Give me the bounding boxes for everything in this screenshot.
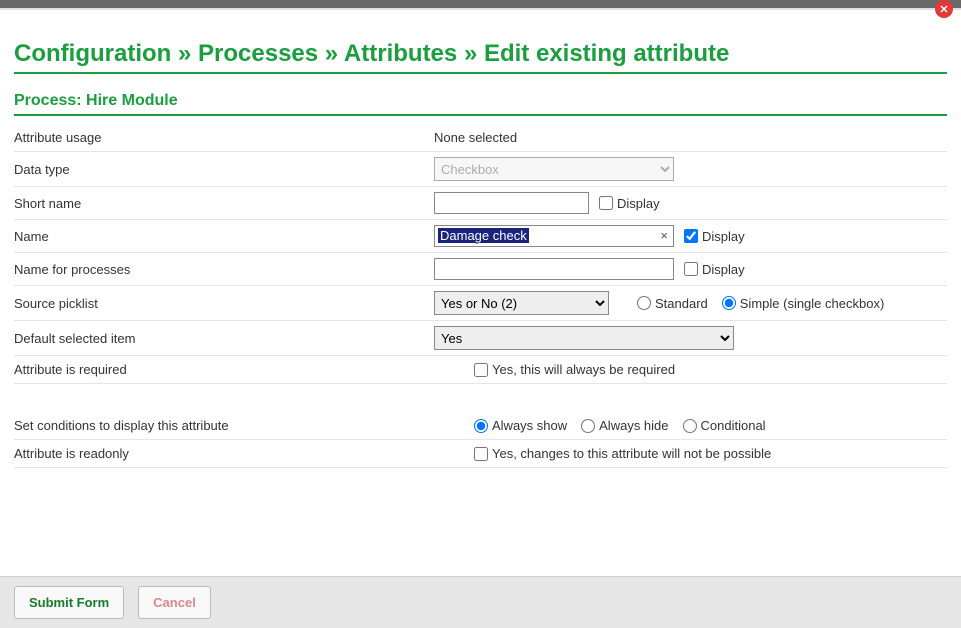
name-for-processes-display-label: Display [702, 262, 745, 277]
modal-content: Configuration » Processes » Attributes »… [0, 10, 961, 576]
row-name: Name Damage check × Display [14, 220, 947, 253]
label-readonly: Attribute is readonly [14, 446, 434, 461]
checkbox-name-display[interactable] [684, 229, 698, 243]
radio-conditional-label: Conditional [701, 418, 766, 433]
radio-standard-wrap[interactable]: Standard [637, 296, 708, 311]
breadcrumb-configuration[interactable]: Configuration [14, 40, 171, 67]
value-attribute-usage: None selected [434, 130, 517, 145]
radio-conditional-wrap[interactable]: Conditional [683, 418, 766, 433]
short-name-display-label: Display [617, 196, 660, 211]
label-name: Name [14, 229, 434, 244]
breadcrumb-sep: » [178, 40, 191, 67]
checkbox-name-for-processes-display[interactable] [684, 262, 698, 276]
breadcrumb-processes[interactable]: Processes [198, 40, 318, 67]
breadcrumb-sep: » [464, 40, 477, 67]
label-source-picklist: Source picklist [14, 296, 434, 311]
radio-simple[interactable] [722, 296, 736, 310]
radio-always-show-wrap[interactable]: Always show [474, 418, 567, 433]
attribute-required-wrap[interactable]: Yes, this will always be required [474, 362, 675, 377]
label-name-for-processes: Name for processes [14, 262, 434, 277]
readonly-wrap[interactable]: Yes, changes to this attribute will not … [474, 446, 771, 461]
radio-always-hide[interactable] [581, 419, 595, 433]
modal-window: ✕ Configuration » Processes » Attributes… [0, 0, 961, 628]
label-display-conditions: Set conditions to display this attribute [14, 418, 434, 433]
input-short-name[interactable] [434, 192, 589, 214]
checkbox-readonly[interactable] [474, 447, 488, 461]
modal-topbar [0, 0, 961, 8]
label-default-selected-item: Default selected item [14, 331, 434, 346]
label-data-type: Data type [14, 162, 434, 177]
row-source-picklist: Source picklist Yes or No (2) Standard S… [14, 286, 947, 321]
name-for-processes-display-wrap[interactable]: Display [684, 262, 745, 277]
label-attribute-required: Attribute is required [14, 362, 434, 377]
radio-standard-label: Standard [655, 296, 708, 311]
cancel-button[interactable]: Cancel [138, 586, 211, 619]
radio-conditional[interactable] [683, 419, 697, 433]
row-default-selected-item: Default selected item Yes [14, 321, 947, 356]
footer-bar: Submit Form Cancel [0, 576, 961, 628]
select-source-picklist[interactable]: Yes or No (2) [434, 291, 609, 315]
row-attribute-usage: Attribute usage None selected [14, 124, 947, 152]
label-short-name: Short name [14, 196, 434, 211]
clear-icon[interactable]: × [660, 228, 668, 243]
select-default-selected-item[interactable]: Yes [434, 326, 734, 350]
row-attribute-required: Attribute is required Yes, this will alw… [14, 356, 947, 384]
breadcrumb: Configuration » Processes » Attributes »… [14, 40, 947, 74]
close-icon[interactable]: ✕ [935, 0, 953, 18]
row-short-name: Short name Display [14, 187, 947, 220]
radio-always-show[interactable] [474, 419, 488, 433]
breadcrumb-sep: » [325, 40, 338, 67]
row-readonly: Attribute is readonly Yes, changes to th… [14, 440, 947, 468]
radio-always-hide-label: Always hide [599, 418, 668, 433]
radio-always-hide-wrap[interactable]: Always hide [581, 418, 668, 433]
attribute-required-text: Yes, this will always be required [492, 362, 675, 377]
process-title: Process: Hire Module [14, 92, 947, 116]
name-display-label: Display [702, 229, 745, 244]
select-data-type: Checkbox [434, 157, 674, 181]
radio-always-show-label: Always show [492, 418, 567, 433]
row-spacer [14, 384, 947, 412]
checkbox-attribute-required[interactable] [474, 363, 488, 377]
row-name-for-processes: Name for processes Display [14, 253, 947, 286]
row-data-type: Data type Checkbox [14, 152, 947, 187]
radio-simple-wrap[interactable]: Simple (single checkbox) [722, 296, 885, 311]
breadcrumb-current: Edit existing attribute [484, 40, 729, 67]
row-display-conditions: Set conditions to display this attribute… [14, 412, 947, 440]
breadcrumb-attributes[interactable]: Attributes [344, 40, 457, 67]
checkbox-short-name-display[interactable] [599, 196, 613, 210]
label-attribute-usage: Attribute usage [14, 130, 434, 145]
name-display-wrap[interactable]: Display [684, 229, 745, 244]
input-name-for-processes[interactable] [434, 258, 674, 280]
input-name[interactable] [434, 225, 674, 247]
readonly-text: Yes, changes to this attribute will not … [492, 446, 771, 461]
radio-simple-label: Simple (single checkbox) [740, 296, 885, 311]
submit-button[interactable]: Submit Form [14, 586, 124, 619]
short-name-display-wrap[interactable]: Display [599, 196, 660, 211]
radio-standard[interactable] [637, 296, 651, 310]
